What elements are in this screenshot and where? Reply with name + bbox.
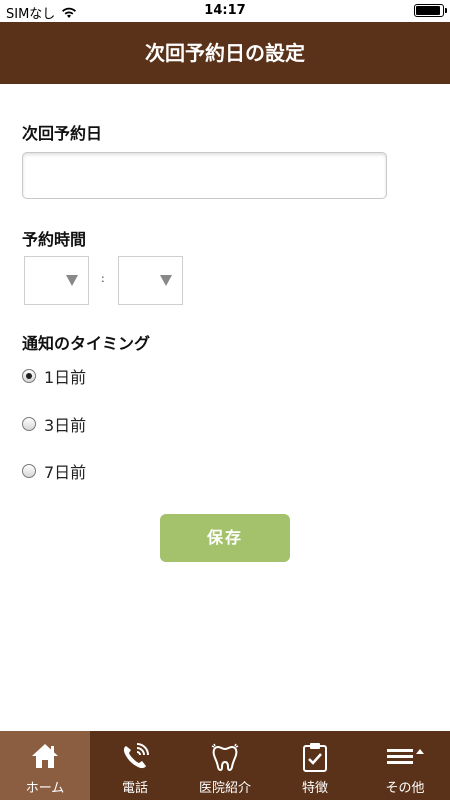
notify-option-label: 7日前 [44, 463, 87, 482]
radio-unchecked-icon[interactable] [22, 417, 36, 431]
menu-icon [387, 749, 424, 764]
time-separator: : [101, 272, 105, 285]
tab-more[interactable]: その他 [360, 731, 450, 800]
tab-label: その他 [385, 781, 425, 796]
hour-select[interactable] [24, 256, 89, 305]
dropdown-arrow-icon [66, 275, 78, 286]
tab-phone[interactable]: 電話 [90, 731, 180, 800]
home-icon [32, 744, 58, 768]
tab-features[interactable]: 特徴 [270, 731, 360, 800]
tab-label: 特徴 [301, 781, 328, 796]
notify-option-label: 3日前 [44, 416, 87, 435]
bottom-tab-bar: ホーム 電話 医院紹介 特徴 その他 [0, 731, 450, 800]
status-time: 14:17 [204, 3, 246, 18]
page-title: 次回予約日の設定 [0, 22, 450, 84]
dropdown-arrow-icon [160, 275, 172, 286]
tab-label: 電話 [121, 781, 148, 796]
radio-checked-icon[interactable] [22, 369, 36, 383]
tab-label: 医院紹介 [198, 781, 251, 796]
notify-timing-label: 通知のタイミング [22, 334, 151, 353]
phone-icon [123, 743, 149, 769]
tab-label: ホーム [25, 781, 65, 796]
time-label: 予約時間 [22, 230, 87, 249]
tooth-icon [211, 743, 239, 771]
tab-home[interactable]: ホーム [0, 731, 90, 800]
next-date-input[interactable] [22, 152, 387, 199]
status-bar: SIMなし 14:17 [0, 0, 450, 22]
tab-clinic-info[interactable]: 医院紹介 [180, 731, 270, 800]
radio-unchecked-icon[interactable] [22, 464, 36, 478]
minute-select[interactable] [118, 256, 183, 305]
notify-option-7day[interactable]: 7日前 [22, 459, 86, 483]
next-date-label: 次回予約日 [22, 124, 103, 143]
notify-option-3day[interactable]: 3日前 [22, 412, 86, 436]
save-button[interactable]: 保存 [160, 514, 290, 562]
notify-option-1day[interactable]: 1日前 [22, 364, 86, 388]
battery-icon [414, 4, 447, 17]
clipboard-check-icon [303, 743, 327, 772]
notify-option-label: 1日前 [44, 368, 87, 387]
